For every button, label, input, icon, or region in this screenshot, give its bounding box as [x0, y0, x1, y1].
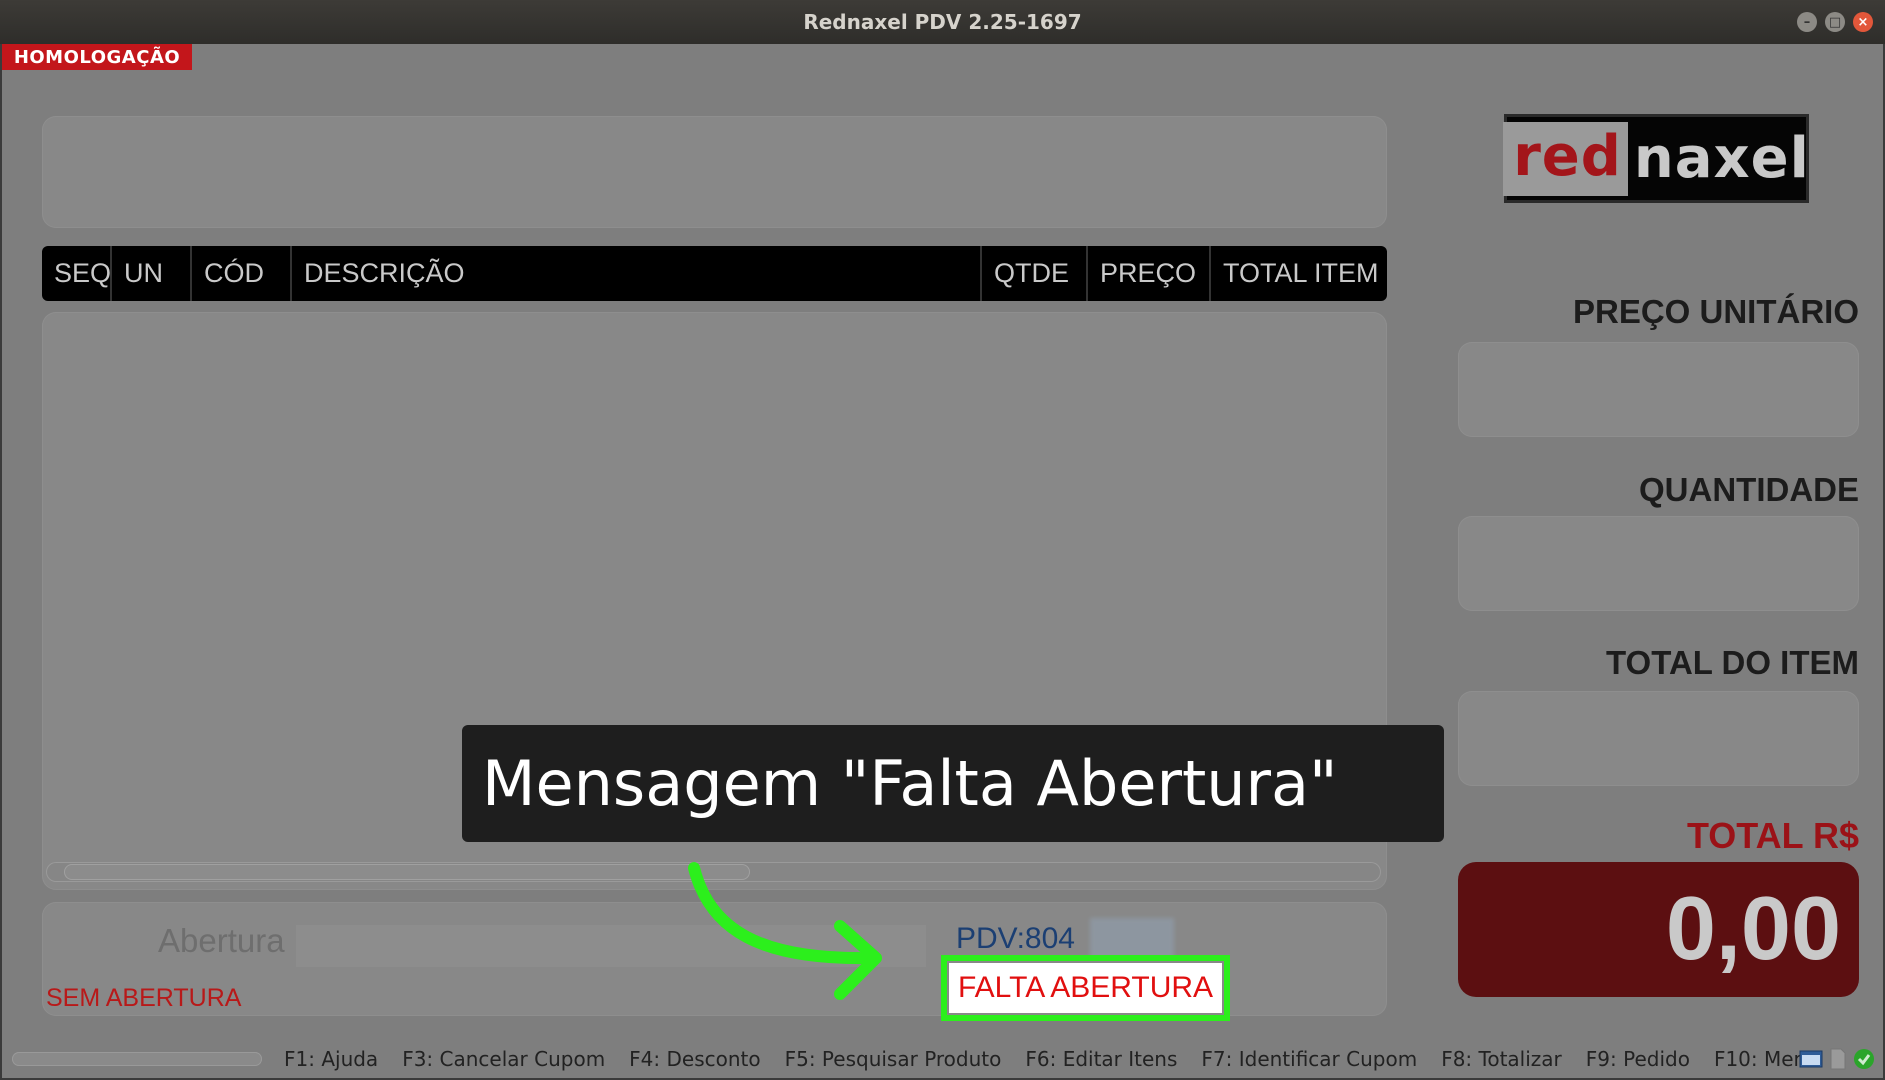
column-header-un[interactable]: UN: [112, 246, 192, 301]
minimize-icon[interactable]: –: [1797, 12, 1817, 32]
shortcut-f7[interactable]: F7: Identificar Cupom: [1201, 1047, 1417, 1071]
total-label: TOTAL R$: [1686, 815, 1859, 856]
connected-status-icon: [1854, 1049, 1874, 1069]
sem-abertura-status: SEM ABERTURA: [46, 984, 242, 1012]
item-total-field: [1458, 691, 1859, 786]
column-header-qtde[interactable]: QTDE: [982, 246, 1088, 301]
shortcut-f5[interactable]: F5: Pesquisar Produto: [785, 1047, 1002, 1071]
window-title: Rednaxel PDV 2.25-1697: [803, 10, 1082, 34]
total-value: 0,00: [1458, 862, 1859, 997]
quantity-field: [1458, 516, 1859, 611]
close-icon[interactable]: ×: [1853, 12, 1873, 32]
logo-white-text: naxel: [1633, 126, 1810, 191]
window-icon[interactable]: [1799, 1049, 1823, 1069]
column-header-preco[interactable]: PREÇO: [1088, 246, 1211, 301]
column-header-total-item[interactable]: TOTAL ITEM: [1211, 246, 1387, 301]
document-icon[interactable]: [1829, 1048, 1847, 1070]
window-titlebar: Rednaxel PDV 2.25-1697 – □ ×: [0, 0, 1885, 44]
shortcut-f9[interactable]: F9: Pedido: [1586, 1047, 1690, 1071]
tutorial-caption: Mensagem "Falta Abertura": [462, 725, 1444, 842]
logo-red-text: red: [1503, 121, 1628, 196]
environment-badge: HOMOLOGAÇÃO: [2, 44, 192, 70]
unit-price-field: [1458, 342, 1859, 437]
shortcut-f6[interactable]: F6: Editar Itens: [1025, 1047, 1177, 1071]
operator-name-redacted: [1090, 918, 1174, 958]
rednaxel-logo: red naxel: [1503, 114, 1810, 203]
status-progress-bar: [12, 1052, 262, 1066]
items-grid-header: SEQ UN CÓD DESCRIÇÃO QTDE PREÇO TOTAL IT…: [42, 246, 1387, 301]
pdv-number: PDV:804: [956, 922, 1075, 955]
shortcut-f1[interactable]: F1: Ajuda: [284, 1047, 378, 1071]
shortcut-f3[interactable]: F3: Cancelar Cupom: [402, 1047, 605, 1071]
abertura-label: Abertura: [158, 922, 285, 959]
product-description-box: [42, 116, 1387, 228]
scrollbar-thumb[interactable]: [64, 864, 750, 880]
quantity-label: QUANTIDADE: [1639, 471, 1859, 508]
shortcut-f8[interactable]: F8: Totalizar: [1441, 1047, 1562, 1071]
maximize-icon[interactable]: □: [1825, 12, 1845, 32]
window-controls: – □ ×: [1797, 12, 1873, 32]
annotation-arrow-icon: [688, 862, 882, 1000]
shortcut-statusbar: F1: Ajuda F3: Cancelar Cupom F4: Descont…: [2, 1040, 1883, 1078]
column-header-seq[interactable]: SEQ: [42, 246, 112, 301]
item-total-label: TOTAL DO ITEM: [1606, 644, 1859, 681]
unit-price-label: PREÇO UNITÁRIO: [1572, 293, 1859, 330]
status-icons: [1799, 1048, 1875, 1070]
shortcut-f4[interactable]: F4: Desconto: [629, 1047, 760, 1071]
column-header-descricao[interactable]: DESCRIÇÃO: [292, 246, 982, 301]
column-header-cod[interactable]: CÓD: [192, 246, 292, 301]
falta-abertura-message: FALTA ABERTURA: [949, 963, 1222, 1013]
